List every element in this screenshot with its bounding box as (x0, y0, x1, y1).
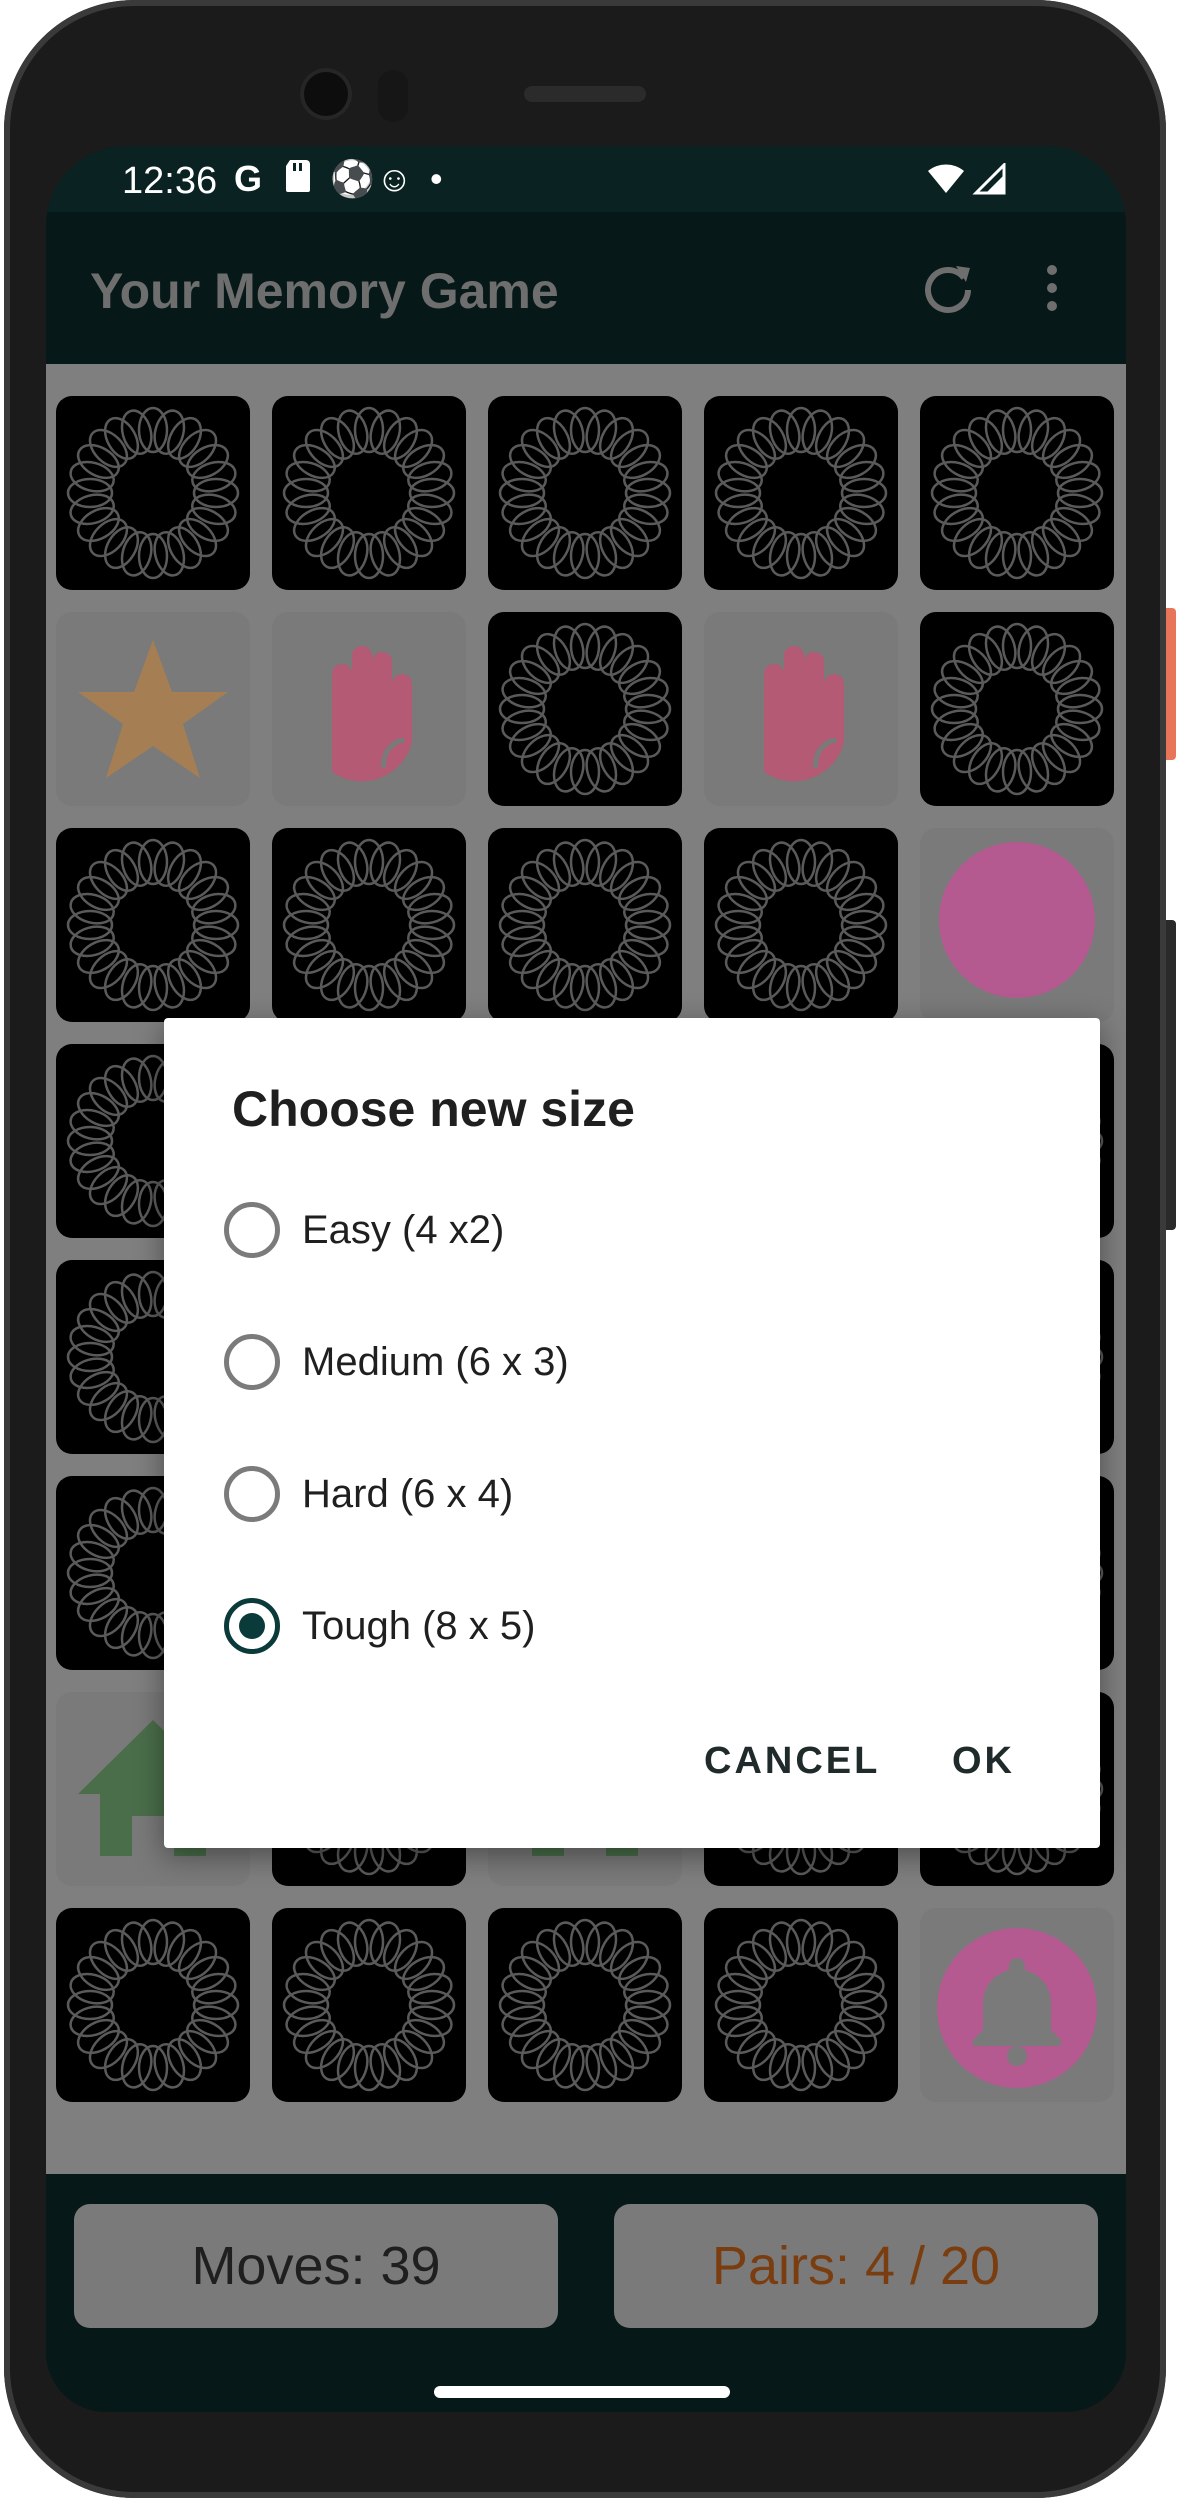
more-vert-icon[interactable] (1020, 256, 1084, 320)
front-camera (300, 68, 352, 120)
dialog-title: Choose new size (232, 1081, 635, 1137)
card-back[interactable] (920, 396, 1114, 590)
size-option-label: Hard (6 x 4) (302, 1471, 514, 1516)
dot-icon: • (430, 158, 443, 199)
radio-button[interactable] (224, 1466, 280, 1522)
card-hand[interactable] (272, 612, 466, 806)
ok-button[interactable]: OK (952, 1740, 1015, 1783)
radio-button[interactable] (224, 1202, 280, 1258)
star-icon (78, 640, 228, 778)
hand-icon (764, 646, 844, 782)
radio-button[interactable] (224, 1334, 280, 1390)
moves-counter: Moves: 39 (74, 2204, 558, 2328)
wifi-icon (926, 162, 966, 204)
google-icon: G (234, 158, 263, 199)
pink-circle-icon (939, 842, 1095, 998)
sd-card-icon (284, 158, 312, 203)
cancel-button[interactable]: CANCEL (704, 1740, 880, 1783)
card-back[interactable] (704, 828, 898, 1022)
bell-icon (937, 1928, 1097, 2088)
card-back[interactable] (488, 396, 682, 590)
choose-size-dialog: Choose new size Easy (4 x2) Medium (6 x 3… (164, 1018, 1100, 1848)
soccer-ball-icon: ⚽ (330, 158, 375, 199)
card-back[interactable] (272, 396, 466, 590)
status-time: 12:36 (122, 160, 218, 202)
phone-frame: 12:36 G ⚽ ☺ • Your Memory Game Moves: 39… (0, 0, 1178, 2498)
size-option[interactable]: Easy (4 x2) (224, 1180, 1024, 1280)
card-back[interactable] (488, 612, 682, 806)
card-back[interactable] (488, 1908, 682, 2102)
size-option[interactable]: Hard (6 x 4) (224, 1444, 1024, 1544)
proximity-sensor (378, 70, 408, 122)
bottom-bar: Moves: 39 Pairs: 4 / 20 (46, 2174, 1126, 2412)
card-back[interactable] (920, 612, 1114, 806)
card-bell[interactable] (920, 1908, 1114, 2102)
radio-button[interactable] (224, 1598, 280, 1654)
signal-icon (972, 161, 1006, 204)
hand-icon (332, 646, 412, 782)
card-hand[interactable] (704, 612, 898, 806)
power-button (1166, 608, 1176, 760)
size-option-label: Medium (6 x 3) (302, 1339, 569, 1384)
card-back[interactable] (272, 1908, 466, 2102)
card-pink-circle[interactable] (920, 828, 1114, 1022)
size-option[interactable]: Medium (6 x 3) (224, 1312, 1024, 1412)
card-back[interactable] (272, 828, 466, 1022)
size-option-label: Tough (8 x 5) (302, 1603, 536, 1648)
earpiece-speaker (524, 86, 646, 102)
app-bar: Your Memory Game (46, 212, 1126, 364)
card-back[interactable] (56, 1908, 250, 2102)
size-option-label: Easy (4 x2) (302, 1207, 505, 1252)
card-back[interactable] (704, 1908, 898, 2102)
volume-button (1166, 920, 1176, 1230)
status-bar: 12:36 G ⚽ ☺ • (46, 146, 1126, 212)
screen: 12:36 G ⚽ ☺ • Your Memory Game Moves: 39… (46, 146, 1126, 2412)
card-back[interactable] (56, 828, 250, 1022)
size-option[interactable]: Tough (8 x 5) (224, 1576, 1024, 1676)
card-star[interactable] (56, 612, 250, 806)
gesture-nav-handle[interactable] (434, 2386, 730, 2398)
app-title: Your Memory Game (90, 263, 559, 319)
card-back[interactable] (56, 396, 250, 590)
card-back[interactable] (704, 396, 898, 590)
card-back[interactable] (488, 828, 682, 1022)
pairs-counter: Pairs: 4 / 20 (614, 2204, 1098, 2328)
smiley-icon: ☺ (376, 158, 413, 199)
refresh-icon[interactable] (916, 256, 980, 320)
